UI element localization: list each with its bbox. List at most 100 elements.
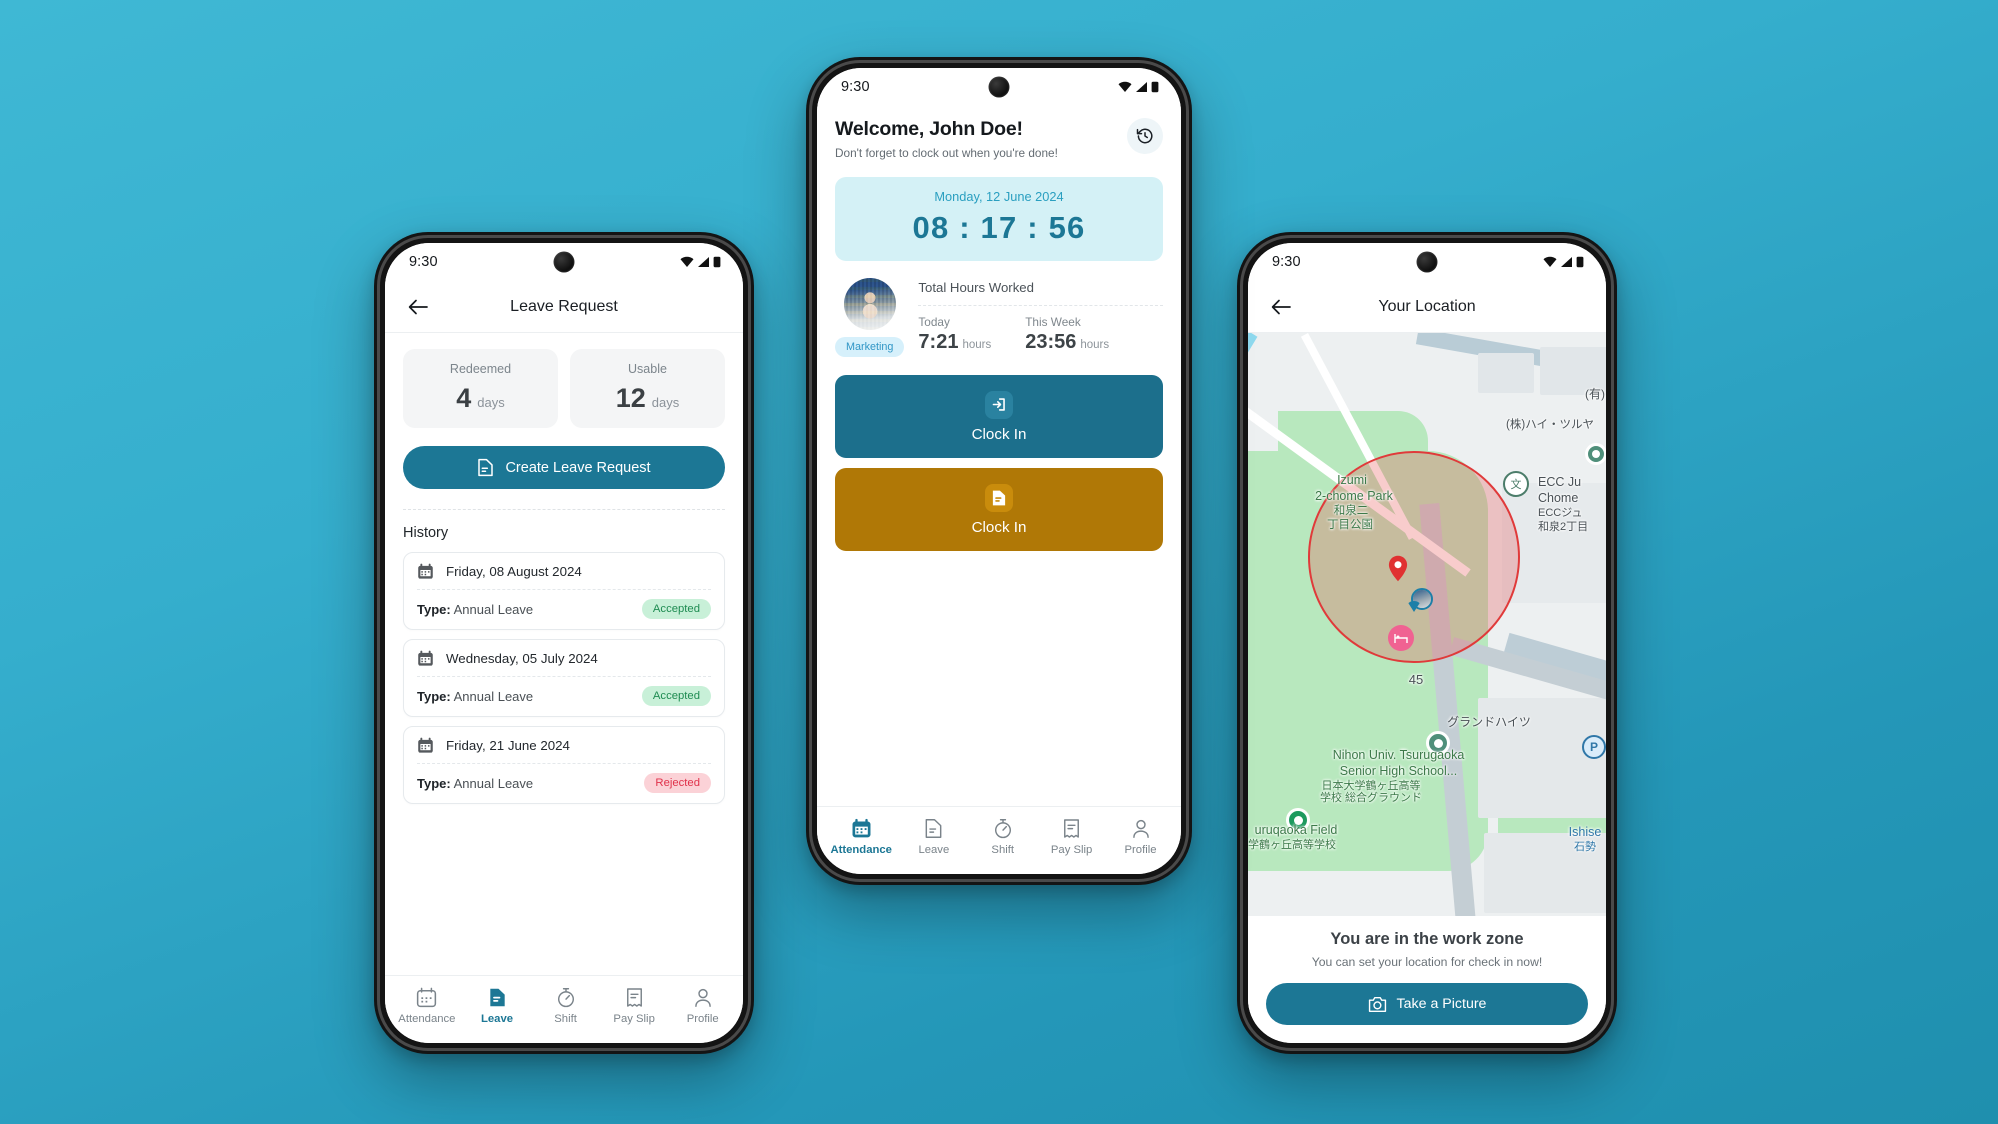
- hours-col-label: Today: [918, 315, 950, 329]
- poi-marker-icon[interactable]: [1585, 443, 1606, 465]
- status-bar-time: 9:30: [1272, 254, 1301, 270]
- nav-item-profile[interactable]: Profile: [676, 987, 730, 1025]
- welcome-header: Welcome, John Doe! Don't forget to clock…: [817, 106, 1181, 160]
- timer-date: Monday, 12 June 2024: [934, 189, 1064, 204]
- receipt-icon: [1064, 819, 1080, 838]
- history-clock-icon: [1136, 128, 1153, 144]
- nav-label: Profile: [686, 1013, 719, 1025]
- nav-item-shift[interactable]: Shift: [539, 987, 593, 1025]
- welcome-title: Welcome, John Doe!: [835, 118, 1023, 140]
- nav-item-payslip[interactable]: Pay Slip: [1045, 818, 1099, 856]
- hours-col-value: 23:56: [1025, 331, 1077, 353]
- create-leave-request-button[interactable]: Create Leave Request: [403, 446, 725, 489]
- parking-poi-icon[interactable]: P: [1582, 735, 1606, 759]
- status-badge: Rejected: [644, 773, 711, 793]
- location-pin: [1388, 555, 1408, 582]
- hours-col-value: 7:21: [918, 331, 959, 353]
- clock-out-button[interactable]: Clock In: [835, 468, 1163, 551]
- clock-in-button[interactable]: Clock In: [835, 375, 1163, 458]
- history-date: Wednesday, 05 July 2024: [446, 651, 598, 666]
- take-picture-button[interactable]: Take a Picture: [1266, 983, 1588, 1025]
- history-heading: History: [403, 525, 449, 541]
- leave-history-list: Friday, 08 August 2024 Type: Annual Leav…: [385, 541, 743, 804]
- stopwatch-icon: [994, 819, 1011, 839]
- timer-value: 08 : 17 : 56: [912, 210, 1086, 245]
- stat-unit: days: [651, 395, 680, 410]
- hours-col-unit: hours: [1080, 339, 1110, 351]
- stat-card-usable: Usable 12 days: [570, 349, 725, 428]
- hours-col-week: This Week 23:56 hours: [1025, 315, 1109, 352]
- phone-attendance: 9:30 Welcome, John Doe! Don't forget to …: [806, 57, 1192, 885]
- status-bar-icons: [1543, 256, 1584, 268]
- camera-punch-hole: [988, 76, 1010, 98]
- hours-title: Total Hours Worked: [918, 280, 1034, 295]
- history-type: Type: Annual Leave: [417, 689, 533, 704]
- geofence-circle: [1308, 451, 1520, 663]
- leave-stats-row: Redeemed 4 days Usable 12 days: [385, 333, 743, 428]
- history-type-label: Type:: [417, 601, 451, 617]
- poi-marker-icon[interactable]: [1286, 808, 1310, 832]
- clock-buttons: Clock In Clock In: [817, 357, 1181, 551]
- status-bar: 9:30: [385, 243, 743, 281]
- nav-label: Shift: [554, 1013, 577, 1025]
- phone-location: 9:30 Your Location 文 P Izumi 2-chome Par…: [1237, 232, 1617, 1054]
- avatar: [843, 278, 896, 330]
- welcome-subtitle: Don't forget to clock out when you're do…: [835, 146, 1058, 160]
- nav-item-attendance[interactable]: Attendance: [830, 818, 892, 856]
- hotel-poi-icon[interactable]: [1388, 625, 1414, 651]
- nav-item-leave[interactable]: Leave: [907, 818, 961, 856]
- calendar-icon: [418, 563, 433, 579]
- signal-icon: [698, 257, 709, 267]
- map-building: [1478, 698, 1606, 818]
- app-bar-location: Your Location: [1248, 281, 1606, 333]
- poster-stage: 9:30 Leave Request Redeemed 4 days Usabl…: [0, 0, 1998, 1124]
- back-button[interactable]: [1266, 292, 1296, 322]
- page-title: Leave Request: [510, 297, 618, 315]
- hours-col-unit: hours: [962, 339, 992, 351]
- document-icon: [489, 988, 505, 1007]
- nav-item-shift[interactable]: Shift: [976, 818, 1030, 856]
- clock-out-label: Clock In: [971, 518, 1027, 536]
- school-poi-icon[interactable]: 文: [1503, 471, 1529, 497]
- history-type-label: Type:: [417, 775, 451, 791]
- page-title: Your Location: [1378, 297, 1476, 315]
- table-row[interactable]: Friday, 21 June 2024 Type: Annual Leave …: [403, 726, 725, 804]
- nav-item-leave[interactable]: Leave: [470, 987, 524, 1025]
- create-leave-request-label: Create Leave Request: [505, 459, 651, 476]
- nav-item-payslip[interactable]: Pay Slip: [607, 987, 661, 1025]
- status-bar: 9:30: [817, 68, 1181, 106]
- receipt-icon: [626, 988, 642, 1007]
- person-icon: [694, 988, 711, 1007]
- history-type-value: Annual Leave: [453, 601, 534, 617]
- status-badge: Accepted: [641, 599, 711, 619]
- take-picture-label: Take a Picture: [1396, 996, 1487, 1012]
- status-badge: Accepted: [641, 686, 711, 706]
- nav-item-profile[interactable]: Profile: [1114, 818, 1168, 856]
- timer-card: Monday, 12 June 2024 08 : 17 : 56: [835, 177, 1163, 261]
- nav-label: Attendance: [398, 1013, 456, 1025]
- stat-value: 4: [456, 383, 472, 413]
- map-view[interactable]: 文 P Izumi 2-chome Park 和泉二 丁目公園 (有) (株)ハ…: [1248, 333, 1606, 916]
- document-icon: [925, 819, 942, 838]
- camera-punch-hole: [553, 251, 575, 273]
- signal-icon: [1136, 82, 1147, 92]
- stopwatch-icon: [557, 988, 574, 1008]
- battery-icon: [713, 256, 721, 268]
- table-row[interactable]: Friday, 08 August 2024 Type: Annual Leav…: [403, 552, 725, 630]
- bottom-navigation: Attendance Leave Shift Pay Slip Profile: [385, 975, 743, 1043]
- person-icon: [1132, 819, 1149, 838]
- phone-leave-request: 9:30 Leave Request Redeemed 4 days Usabl…: [374, 232, 754, 1054]
- battery-icon: [1576, 256, 1584, 268]
- calendar-icon: [417, 987, 437, 1008]
- department-badge: Marketing: [835, 337, 905, 357]
- back-button[interactable]: [403, 292, 433, 322]
- nav-label: Shift: [991, 844, 1015, 856]
- history-button[interactable]: [1127, 118, 1163, 154]
- stat-card-redeemed: Redeemed 4 days: [403, 349, 558, 428]
- table-row[interactable]: Wednesday, 05 July 2024 Type: Annual Lea…: [403, 639, 725, 717]
- status-bar-icons: [1118, 81, 1159, 93]
- poi-marker-icon[interactable]: [1426, 731, 1450, 755]
- calendar-icon: [852, 818, 871, 838]
- nav-item-attendance[interactable]: Attendance: [398, 987, 455, 1025]
- camera-icon: [1368, 996, 1386, 1012]
